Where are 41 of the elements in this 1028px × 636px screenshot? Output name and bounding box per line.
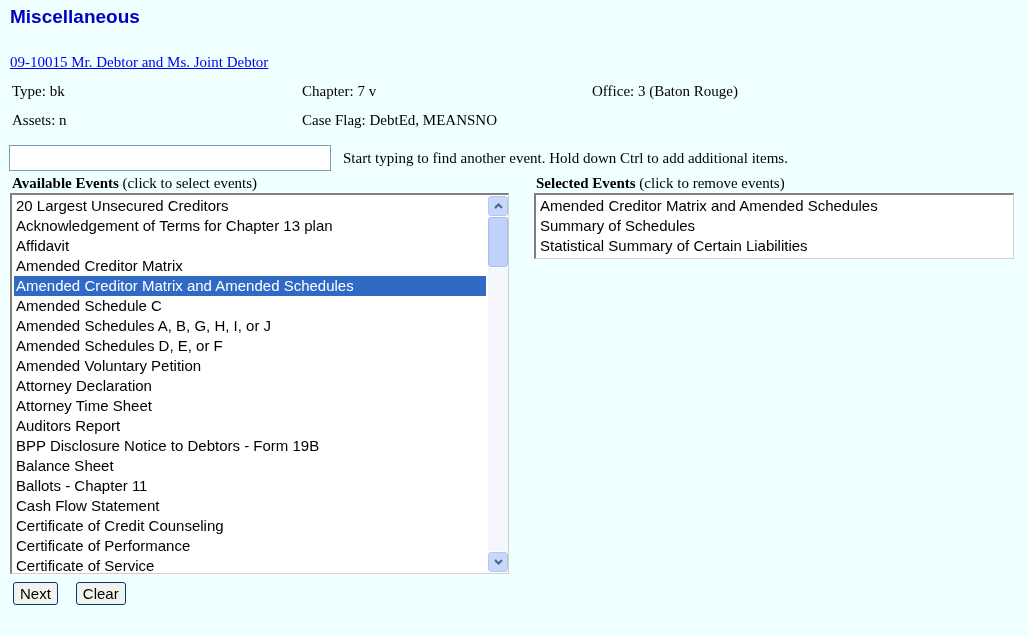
case-info: Type: bk: [12, 83, 66, 100]
event-search-field[interactable]: [9, 145, 331, 171]
scroll-down-icon[interactable]: [488, 552, 508, 572]
event-option[interactable]: Attorney Declaration: [14, 376, 486, 396]
clear-button[interactable]: Clear: [75, 582, 126, 605]
event-option[interactable]: Amended Schedules A, B, G, H, I, or J: [14, 316, 486, 336]
event-option[interactable]: Cash Flow Statement: [14, 496, 486, 516]
case-link[interactable]: 09-10015 Mr. Debtor and Ms. Joint Debtor: [10, 54, 269, 71]
scroll-up-icon[interactable]: [488, 196, 508, 216]
event-option[interactable]: BPP Disclosure Notice to Debtors - Form 19B: [14, 436, 486, 456]
event-option[interactable]: Acknowledgement of Terms for Chapter 13 plan: [14, 216, 486, 236]
event-option[interactable]: Amended Schedules D, E, or F: [14, 336, 486, 356]
event-option[interactable]: Attorney Time Sheet: [14, 396, 486, 416]
event-option[interactable]: 20 Largest Unsecured Creditors: [14, 196, 486, 216]
page-title: Miscellaneous: [10, 6, 141, 29]
next-button[interactable]: Next: [13, 582, 58, 605]
event-option[interactable]: Auditors Report: [14, 416, 486, 436]
event-option[interactable]: Amended Creditor Matrix and Amended Schedules: [14, 276, 486, 296]
selected-event-option[interactable]: Summary of Schedules: [538, 216, 1011, 236]
available-events-list[interactable]: [10, 193, 509, 574]
selected-events-heading: Selected Events (click to remove events): [535, 175, 786, 193]
selected-event-option[interactable]: Statistical Summary of Certain Liabilities: [538, 236, 1011, 256]
event-option[interactable]: Ballots - Chapter 11: [14, 476, 486, 496]
available-events-heading: Available Events (click to select events): [11, 175, 259, 193]
event-option[interactable]: Certificate of Service: [14, 556, 486, 576]
case-info: Office: 3 (Baton Rouge): [592, 83, 739, 100]
event-option[interactable]: Affidavit: [14, 236, 486, 256]
event-option[interactable]: Balance Sheet: [14, 456, 486, 476]
event-option[interactable]: Amended Schedule C: [14, 296, 486, 316]
case-info: Chapter: 7 v: [302, 83, 378, 100]
scroll-thumb[interactable]: [488, 217, 508, 267]
event-option[interactable]: Amended Creditor Matrix: [14, 256, 486, 276]
case-info: Case Flag: DebtEd, MEANSNO: [302, 112, 498, 129]
selected-events-list[interactable]: Amended Creditor Matrix and Amended Schedules Summary of Schedules Statistical Summary of Certain Liabilities: [534, 193, 1014, 259]
scrollbar[interactable]: [488, 195, 508, 573]
search-hint: Start typing to find another event. Hold down Ctrl to add additional items.: [343, 149, 788, 167]
selected-event-option[interactable]: Amended Creditor Matrix and Amended Schedules: [538, 196, 1011, 216]
event-option[interactable]: Certificate of Credit Counseling: [14, 516, 486, 536]
case-info: Assets: n: [12, 112, 68, 129]
event-option[interactable]: Amended Voluntary Petition: [14, 356, 486, 376]
event-option[interactable]: Certificate of Performance: [14, 536, 486, 556]
